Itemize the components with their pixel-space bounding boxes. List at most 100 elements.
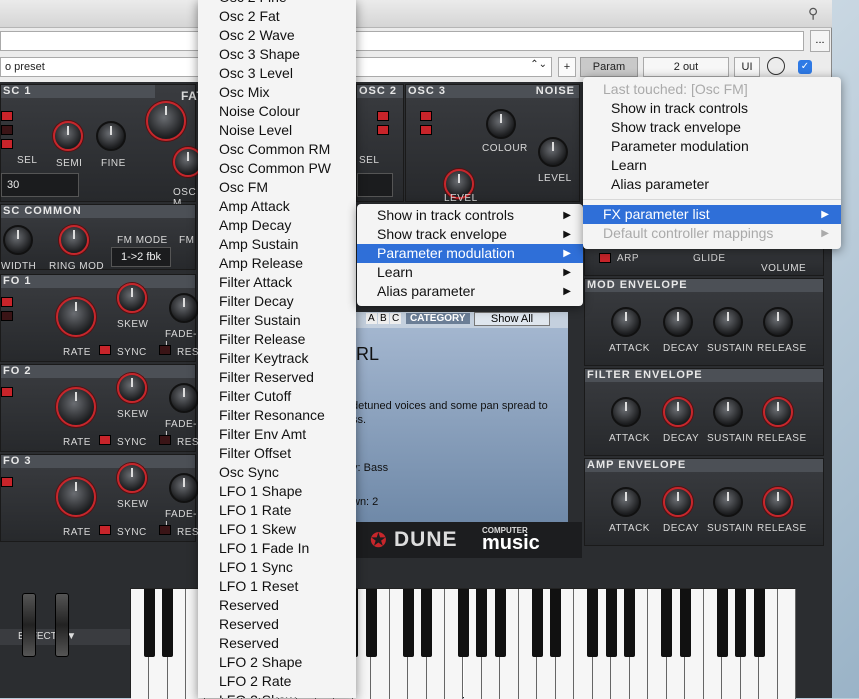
- black-key[interactable]: [494, 589, 506, 657]
- lfo3-fade-knob[interactable]: [169, 473, 199, 503]
- parameter-modulation-item[interactable]: Parameter modulation: [583, 137, 841, 156]
- param-list-item[interactable]: LFO 2 Skew: [198, 691, 356, 698]
- tab-c[interactable]: C: [390, 313, 402, 324]
- alias-parameter-item[interactable]: Alias parameter: [583, 175, 841, 194]
- tab-a[interactable]: A: [366, 313, 377, 324]
- lfo1-fade-knob[interactable]: [169, 293, 199, 323]
- wave-led[interactable]: [377, 111, 389, 121]
- bypass-checkbox[interactable]: ✓: [798, 60, 812, 74]
- black-key[interactable]: [550, 589, 562, 657]
- filter-decay-knob[interactable]: [663, 397, 693, 427]
- lfo1-rate-knob[interactable]: [56, 297, 96, 337]
- mod-sustain-knob[interactable]: [713, 307, 743, 337]
- param-list-item[interactable]: Osc Sync: [198, 463, 356, 482]
- param-list-item[interactable]: Filter Release: [198, 330, 356, 349]
- black-key[interactable]: [476, 589, 488, 657]
- title-bar[interactable]: M" ⚲: [0, 0, 832, 28]
- show-in-track-controls-item[interactable]: Show in track controls: [583, 99, 841, 118]
- pitch-wheel[interactable]: [22, 593, 36, 657]
- black-key[interactable]: [162, 589, 174, 657]
- param-list-item[interactable]: Filter Cutoff: [198, 387, 356, 406]
- fm-mode-select[interactable]: 1->2 fbk: [111, 247, 171, 267]
- osc2-wave-display[interactable]: [357, 173, 393, 197]
- param-list-item[interactable]: Filter Reserved: [198, 368, 356, 387]
- lfo-shape-led[interactable]: [1, 387, 13, 397]
- arp-led[interactable]: [599, 253, 611, 263]
- black-key[interactable]: [458, 589, 469, 657]
- category-tab[interactable]: CATEGORY: [406, 313, 470, 324]
- param-list-item[interactable]: Amp Sustain: [198, 235, 356, 254]
- param-list-item[interactable]: Filter Keytrack: [198, 349, 356, 368]
- sync-led[interactable]: [99, 525, 111, 535]
- black-key[interactable]: [605, 589, 617, 657]
- amp-release-knob[interactable]: [763, 487, 793, 517]
- mod-attack-knob[interactable]: [611, 307, 641, 337]
- param-list-item[interactable]: Osc 2 Wave: [198, 26, 356, 45]
- param-list-item[interactable]: Osc 2 Fat: [198, 7, 356, 26]
- show-track-envelope-item[interactable]: Show track envelope: [583, 118, 841, 137]
- lfo-shape-led[interactable]: [1, 297, 13, 307]
- filter-attack-knob[interactable]: [611, 397, 641, 427]
- context-menu-item[interactable]: Show track envelope ▶: [357, 225, 583, 244]
- sync-led[interactable]: [99, 435, 111, 445]
- reset-led[interactable]: [159, 525, 171, 535]
- lfo-shape-led[interactable]: [1, 477, 13, 487]
- lfo-shape-led[interactable]: [1, 311, 13, 321]
- param-list-item[interactable]: Noise Colour: [198, 102, 356, 121]
- param-list-item[interactable]: Filter Attack: [198, 273, 356, 292]
- width-knob[interactable]: [3, 225, 33, 255]
- colour-knob[interactable]: [486, 109, 516, 139]
- black-key[interactable]: [143, 589, 155, 657]
- wave-led[interactable]: [420, 111, 432, 121]
- param-list-item[interactable]: Osc Common RM: [198, 140, 356, 159]
- filter-release-knob[interactable]: [763, 397, 793, 427]
- black-key[interactable]: [365, 589, 377, 657]
- fine-knob[interactable]: [96, 121, 126, 151]
- param-list-item[interactable]: Filter Env Amt: [198, 425, 356, 444]
- lfo2-rate-knob[interactable]: [56, 387, 96, 427]
- param-list-item[interactable]: Filter Sustain: [198, 311, 356, 330]
- black-key[interactable]: [421, 589, 433, 657]
- lfo2-skew-knob[interactable]: [117, 373, 147, 403]
- black-key[interactable]: [716, 589, 728, 657]
- black-key[interactable]: [531, 589, 543, 657]
- param-list-item[interactable]: Noise Level: [198, 121, 356, 140]
- context-menu-item[interactable]: Show in track controls ▶: [357, 206, 583, 225]
- black-key[interactable]: [624, 589, 636, 657]
- param-button[interactable]: Param: [580, 57, 638, 77]
- param-list-item[interactable]: Osc Common PW: [198, 159, 356, 178]
- param-list-item[interactable]: LFO 1 Reset: [198, 577, 356, 596]
- lfo3-skew-knob[interactable]: [117, 463, 147, 493]
- more-button[interactable]: ...: [810, 30, 830, 52]
- param-list-item[interactable]: Reserved: [198, 596, 356, 615]
- learn-item[interactable]: Learn: [583, 156, 841, 175]
- param-list-item[interactable]: LFO 1 Rate: [198, 501, 356, 520]
- wave-led[interactable]: [377, 125, 389, 135]
- param-list-item[interactable]: LFO 1 Shape: [198, 482, 356, 501]
- amp-decay-knob[interactable]: [663, 487, 693, 517]
- sync-led[interactable]: [99, 345, 111, 355]
- output-button[interactable]: 2 out: [643, 57, 729, 77]
- tab-b[interactable]: B: [378, 313, 389, 324]
- wave-led[interactable]: [420, 125, 432, 135]
- param-list-item[interactable]: Filter Decay: [198, 292, 356, 311]
- param-list-item[interactable]: Osc 2 Fine: [198, 0, 356, 7]
- param-list-item[interactable]: Osc 3 Level: [198, 64, 356, 83]
- black-key[interactable]: [679, 589, 691, 657]
- black-key[interactable]: [661, 589, 673, 657]
- noise-level-knob[interactable]: [538, 137, 568, 167]
- lfo2-fade-knob[interactable]: [169, 383, 199, 413]
- param-list-item[interactable]: Osc Mix: [198, 83, 356, 102]
- show-all-select[interactable]: Show All: [474, 312, 550, 326]
- param-list-item[interactable]: Osc FM: [198, 178, 356, 197]
- param-list-item[interactable]: Reserved: [198, 634, 356, 653]
- wave-led[interactable]: [1, 125, 13, 135]
- reset-led[interactable]: [159, 345, 171, 355]
- param-list-item[interactable]: LFO 1 Fade In: [198, 539, 356, 558]
- add-preset-button[interactable]: +: [558, 57, 576, 77]
- white-key[interactable]: [777, 589, 796, 699]
- fat-knob[interactable]: [146, 101, 186, 141]
- filter-sustain-knob[interactable]: [713, 397, 743, 427]
- mod-release-knob[interactable]: [763, 307, 793, 337]
- mod-wheel[interactable]: [55, 593, 69, 657]
